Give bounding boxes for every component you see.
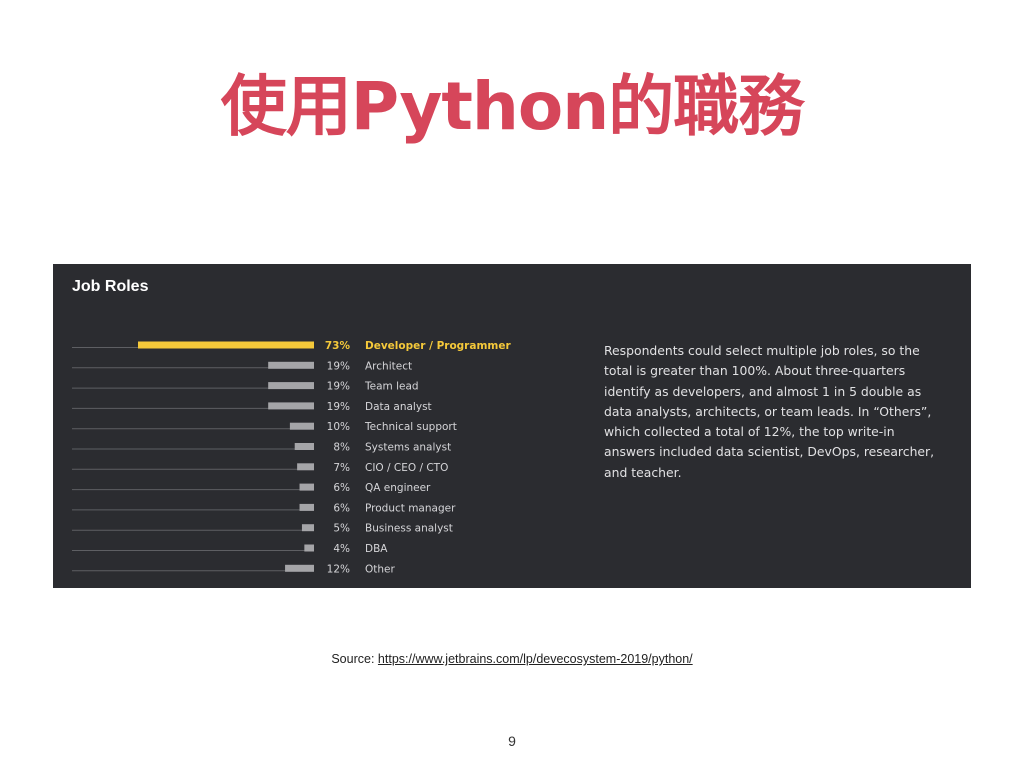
bar-category-label: Systems analyst [365, 442, 451, 454]
bar-value-label: 10% [327, 421, 350, 433]
bar-category-label: Architect [365, 360, 412, 372]
bar-value-label: 19% [327, 401, 350, 413]
bar-value-label: 8% [333, 442, 350, 454]
bar [138, 341, 314, 349]
job-roles-bar-chart: 73% Developer / Programmer 19% Architect 19%… [72, 340, 511, 575]
bar-category-label: Data analyst [365, 401, 432, 413]
bar-category-label: Product manager [365, 502, 456, 514]
bar [299, 483, 314, 491]
bar-value-label: 12% [327, 563, 350, 575]
bar-category-label: Technical support [364, 421, 457, 433]
bar-value-label: 4% [333, 543, 350, 555]
bar-value-label: 6% [333, 502, 350, 514]
bar [297, 463, 314, 471]
bar-category-label: Team lead [364, 381, 419, 393]
panel-description: Respondents could select multiple job ro… [604, 343, 935, 480]
bar [285, 564, 314, 572]
bar-value-label: 7% [333, 462, 350, 474]
bar-category-label: Developer / Programmer [365, 340, 511, 352]
bar [268, 361, 314, 369]
bar-value-label: 5% [333, 523, 350, 535]
bar [294, 443, 314, 450]
bar [304, 544, 314, 552]
bar [301, 524, 314, 532]
slide-title: 使用Python的職務 [220, 68, 804, 145]
source-link[interactable]: https://www.jetbrains.com/lp/devecosyste… [378, 652, 693, 666]
bar-value-label: 19% [327, 360, 350, 372]
bar [289, 422, 314, 430]
bar [268, 382, 314, 390]
bar-value-label: 19% [327, 381, 350, 393]
source-note: Source: https://www.jetbrains.com/lp/dev… [0, 652, 1024, 666]
bar-value-label: 6% [333, 482, 350, 494]
bar [299, 503, 314, 511]
bar-category-label: Other [365, 563, 395, 575]
bar [268, 402, 314, 410]
bar-category-label: QA engineer [365, 482, 431, 494]
bar-category-label: CIO / CEO / CTO [365, 462, 448, 474]
bar-category-label: DBA [365, 543, 388, 555]
bar-value-label: 73% [325, 340, 351, 352]
job-roles-panel: Job Roles 73% Developer / Programmer 19% Ar… [53, 264, 971, 588]
page-number: 9 [508, 733, 516, 749]
bar-category-label: Business analyst [365, 523, 453, 535]
source-label: Source: [331, 652, 375, 666]
